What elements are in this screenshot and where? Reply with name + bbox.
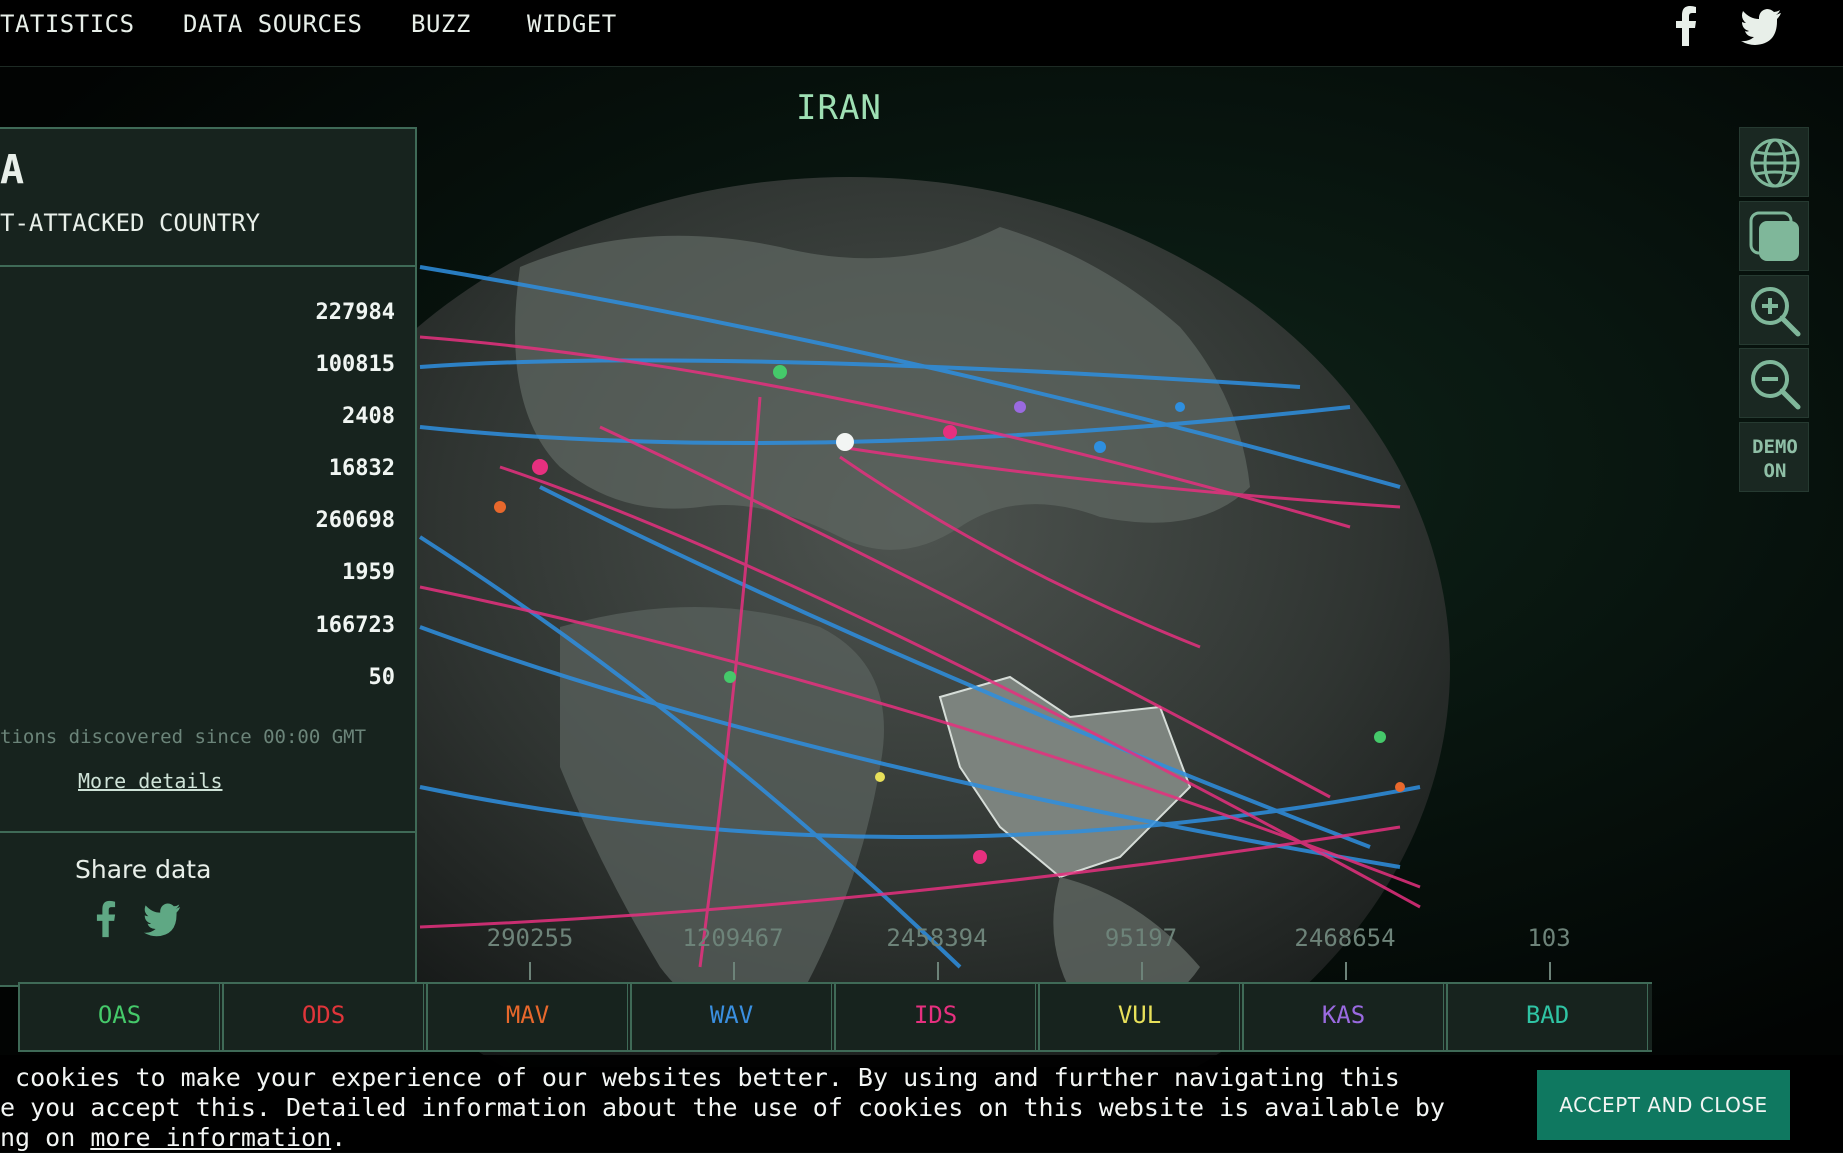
legend-tick [529,962,531,980]
zoom-out-icon [1751,360,1801,410]
country-stats-panel: A T-ATTACKED COUNTRY 227984 100815 2408 … [0,127,417,987]
twitter-icon[interactable] [1739,4,1783,48]
selected-country-label: IRAN [796,88,882,128]
stat-oas-value: 227984 [315,300,395,325]
legend-count-oas: 290255 [486,924,574,952]
legend-count-ids: 2468654 [1294,924,1396,952]
stat-ids-value: 260698 [315,508,395,533]
panel-divider [0,831,415,833]
legend-bad-button[interactable]: BAD [1446,984,1648,1050]
zoom-in-icon [1751,287,1801,337]
cookie-message: cookies to make your experience of our w… [0,1063,1445,1153]
nav-item-statistics[interactable]: TATISTICS [0,10,135,38]
legend-mav-button[interactable]: MAV [426,984,628,1050]
legend-ids-button[interactable]: IDS [834,984,1036,1050]
legend-bad-label: BAD [1525,1001,1570,1029]
more-information-link[interactable]: more information [90,1123,331,1152]
panel-footnote: tions discovered since 00:00 GMT [0,726,367,748]
legend-ods-label: ODS [301,1001,346,1029]
legend-kas-button[interactable]: KAS [1242,984,1444,1050]
demo-toggle-label: DEMO ON [1752,436,1798,482]
nav-item-data-sources[interactable]: DATA SOURCES [183,10,362,38]
stat-bad-value: 50 [368,665,396,690]
panel-divider [0,265,415,267]
stat-vul-value: 1959 [342,560,395,585]
more-details-link[interactable]: More details [78,769,223,793]
legend-wav-button[interactable]: WAV [630,984,832,1050]
panel-country-title: A [0,147,25,193]
legend-kas-label: KAS [1321,1001,1366,1029]
cookie-line-1: cookies to make your experience of our w… [0,1063,1400,1092]
share-facebook-icon[interactable] [86,899,126,939]
legend-count-mav: 2458394 [886,924,988,952]
globe-icon [1750,138,1800,188]
zoom-out-button[interactable] [1739,348,1809,418]
top-navigation: TATISTICS DATA SOURCES BUZZ WIDGET [0,0,1843,67]
legend-count-wav: 95197 [1104,924,1178,952]
share-data-title: Share data [75,855,212,884]
accept-and-close-button[interactable]: ACCEPT AND CLOSE [1537,1070,1790,1140]
legend-tick [1141,962,1143,980]
cookie-line-3-suffix: . [331,1123,347,1152]
legend-tick [937,962,939,980]
facebook-icon[interactable] [1664,4,1708,48]
legend-oas-label: OAS [97,1001,142,1029]
legend-count-ods: 1209467 [682,924,784,952]
legend-tick [1345,962,1347,980]
legend-oas-button[interactable]: OAS [18,984,220,1050]
zoom-in-button[interactable] [1739,275,1809,345]
legend-tick [1549,962,1551,980]
cookie-banner: cookies to make your experience of our w… [0,1055,1843,1152]
legend-vul-button[interactable]: VUL [1038,984,1240,1050]
nav-item-buzz[interactable]: BUZZ [411,10,471,38]
panel-rank-subtitle: T-ATTACKED COUNTRY [0,209,261,237]
stat-wav-value: 16832 [328,456,395,481]
cookie-line-3-prefix: ng on [0,1123,91,1152]
stat-mav-value: 2408 [342,404,395,429]
stat-kas-value: 166723 [315,613,395,638]
share-twitter-icon[interactable] [142,899,182,939]
legend-count-vul: 103 [1527,924,1571,952]
threat-type-legend: OAS ODS MAV WAV IDS VUL KAS BAD [18,982,1652,1052]
flat-map-icon [1749,211,1799,261]
cookie-line-2: e you accept this. Detailed information … [0,1093,1445,1122]
globe-view-button[interactable] [1739,127,1809,197]
nav-item-widget[interactable]: WIDGET [527,10,617,38]
stat-ods-value: 100815 [315,352,395,377]
legend-vul-label: VUL [1117,1001,1162,1029]
legend-mav-label: MAV [505,1001,550,1029]
demo-toggle-button[interactable]: DEMO ON [1739,422,1809,492]
flat-map-button[interactable] [1739,201,1809,271]
legend-ods-button[interactable]: ODS [222,984,424,1050]
legend-ids-label: IDS [913,1001,958,1029]
legend-wav-label: WAV [709,1001,754,1029]
legend-tick [733,962,735,980]
